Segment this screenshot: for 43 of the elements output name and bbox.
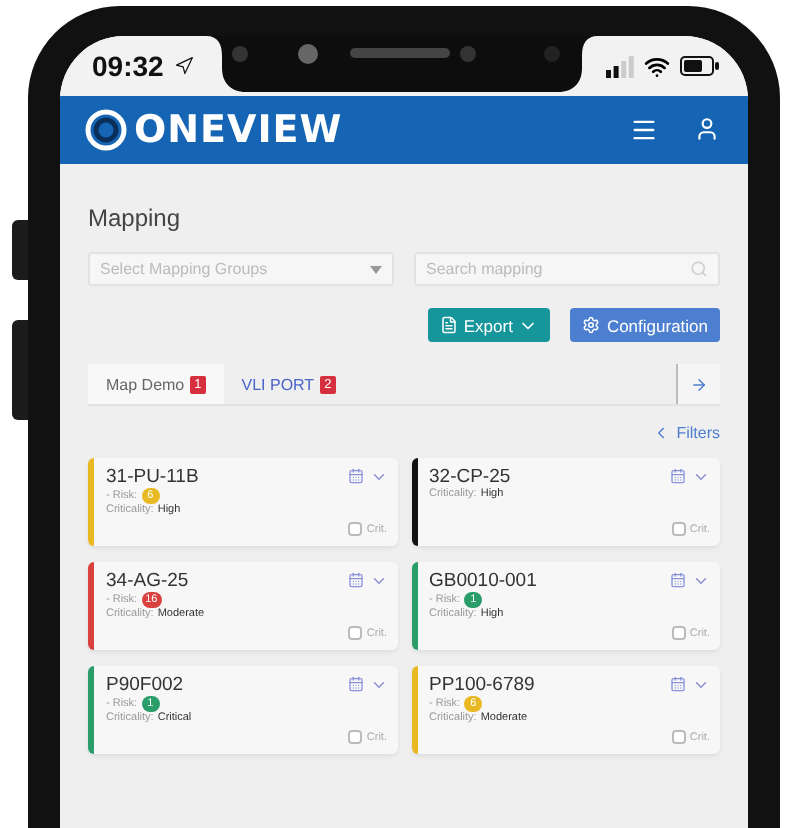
checkbox[interactable] bbox=[348, 522, 363, 536]
checkbox[interactable] bbox=[348, 730, 363, 744]
filters-link[interactable]: Filters bbox=[652, 424, 720, 442]
user-icon[interactable] bbox=[694, 116, 720, 142]
calendar-icon[interactable] bbox=[347, 572, 363, 588]
card-title: 32-CP-25 bbox=[429, 466, 511, 488]
menu-icon[interactable] bbox=[630, 116, 658, 144]
card-title: GB0010-001 bbox=[429, 570, 537, 592]
file-icon bbox=[439, 316, 458, 334]
chevron-down-icon[interactable] bbox=[692, 676, 710, 694]
calendar-icon[interactable] bbox=[670, 468, 686, 484]
chevron-down-icon[interactable] bbox=[369, 676, 387, 694]
card-title: 34-AG-25 bbox=[106, 570, 189, 592]
checkbox[interactable] bbox=[671, 626, 686, 640]
checkbox[interactable] bbox=[348, 626, 363, 640]
page-title: Mapping bbox=[88, 204, 183, 232]
chevron-down-icon[interactable] bbox=[692, 572, 710, 590]
battery-icon bbox=[680, 56, 720, 76]
configuration-button[interactable]: Configuration bbox=[570, 308, 720, 342]
wifi-icon bbox=[644, 53, 670, 79]
card-title: P90F002 bbox=[106, 674, 184, 696]
checkbox[interactable] bbox=[671, 730, 686, 744]
calendar-icon[interactable] bbox=[670, 572, 686, 588]
calendar-icon[interactable] bbox=[670, 676, 686, 692]
chevron-down-icon[interactable] bbox=[692, 468, 710, 486]
settings-icon bbox=[582, 316, 601, 334]
search-icon bbox=[690, 260, 708, 278]
logo-text: ONEVIEW bbox=[134, 108, 343, 152]
arrow-right-icon bbox=[690, 375, 708, 393]
calendar-icon[interactable] bbox=[347, 676, 363, 692]
location-icon bbox=[173, 56, 194, 76]
calendar-icon[interactable] bbox=[347, 468, 363, 484]
export-button[interactable]: Export bbox=[427, 308, 551, 342]
chevron-down-icon[interactable] bbox=[369, 468, 387, 486]
checkbox[interactable] bbox=[671, 522, 686, 536]
logo-icon bbox=[84, 108, 128, 152]
card-title: PP100-6789 bbox=[429, 674, 535, 696]
next-button[interactable] bbox=[676, 364, 720, 404]
status-time: 09:32 bbox=[92, 50, 194, 82]
caret-icon bbox=[370, 265, 382, 273]
signal-icon bbox=[606, 55, 634, 77]
card-title: 31-PU-11B bbox=[106, 466, 199, 488]
chevron-down-icon[interactable] bbox=[369, 572, 387, 590]
